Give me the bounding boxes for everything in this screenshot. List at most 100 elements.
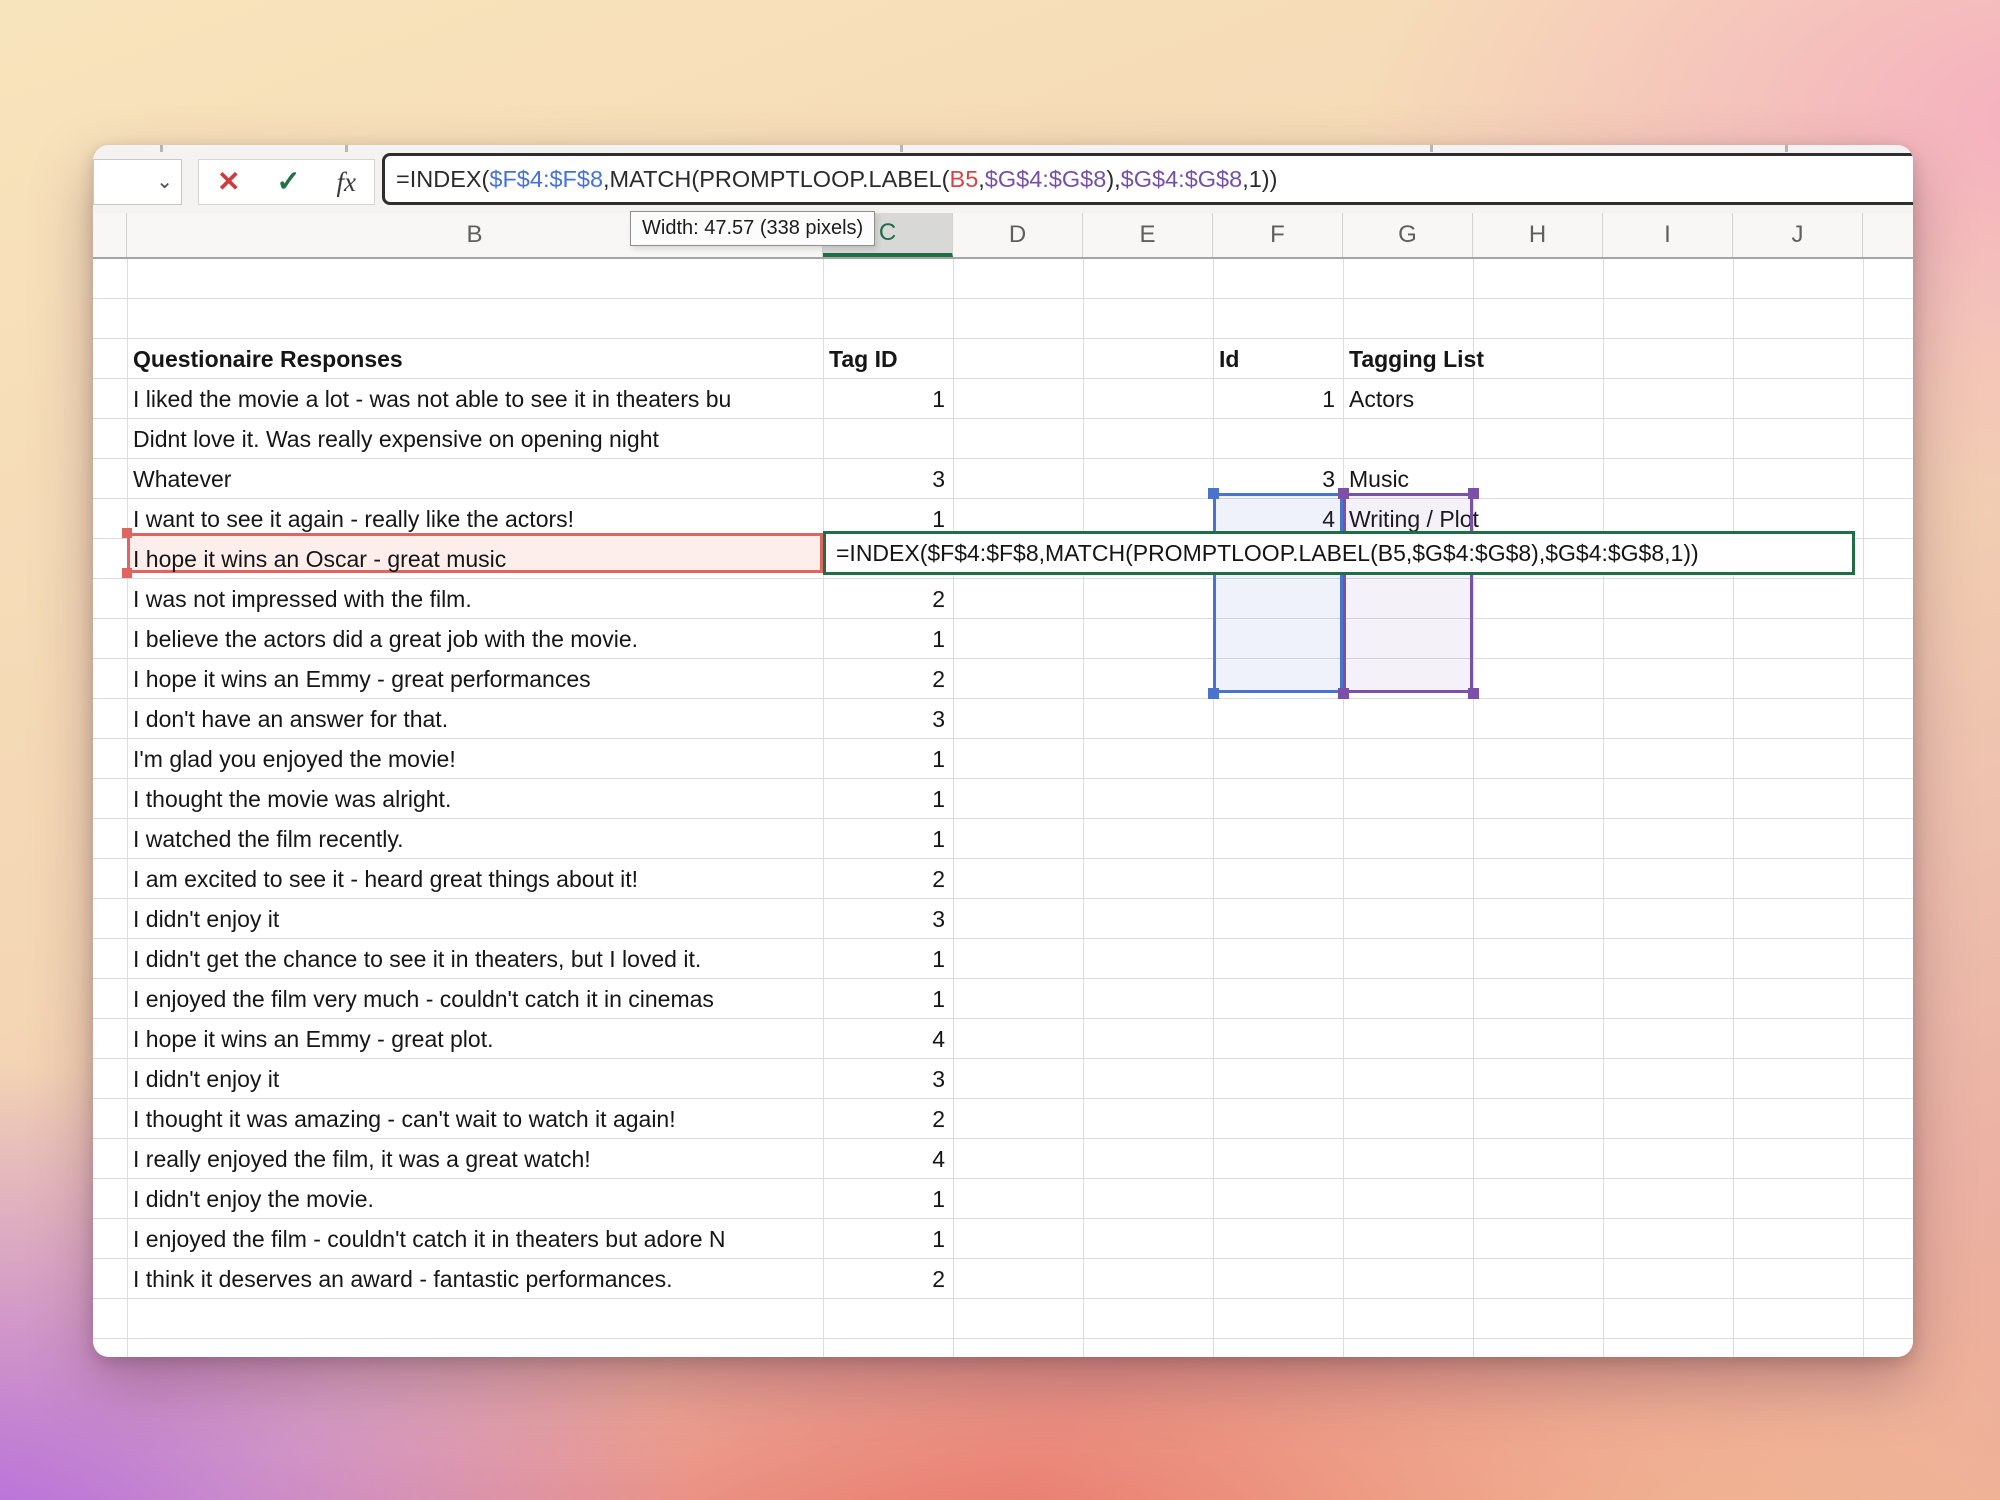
sheet-row: Didnt love it. Was really expensive on o… — [93, 419, 1913, 459]
response-cell[interactable]: I am excited to see it - heard great thi… — [133, 859, 821, 899]
range-handle[interactable] — [122, 568, 132, 578]
confirm-entry-button[interactable]: ✓ — [276, 168, 300, 197]
formula-segment: ), — [1106, 166, 1120, 192]
response-cell[interactable]: I believe the actors did a great job wit… — [133, 619, 821, 659]
id-cell[interactable]: 1 — [1213, 379, 1335, 419]
tag-id-cell[interactable]: 1 — [829, 939, 945, 979]
response-cell[interactable]: I don't have an answer for that. — [133, 699, 821, 739]
response-cell[interactable]: I was not impressed with the film. — [133, 579, 821, 619]
response-cell[interactable]: Whatever — [133, 459, 821, 499]
sheet-row: I hope it wins an Emmy - great plot.4 — [93, 1019, 1913, 1059]
response-cell[interactable]: I thought it was amazing - can't wait to… — [133, 1099, 821, 1139]
sheet-row: I am excited to see it - heard great thi… — [93, 859, 1913, 899]
column-header-I[interactable]: I — [1603, 213, 1733, 257]
range-handle[interactable] — [122, 528, 132, 538]
ribbon-clipped-mark — [900, 145, 903, 152]
tag-id-cell[interactable]: 1 — [829, 819, 945, 859]
range-handle[interactable] — [1338, 688, 1349, 699]
sheet-row: I hope it wins an Emmy - great performan… — [93, 659, 1913, 699]
column-width-tooltip: Width: 47.57 (338 pixels) — [630, 211, 875, 246]
column-header-J[interactable]: J — [1733, 213, 1863, 257]
range-f4-f8-selection — [1213, 493, 1343, 693]
response-cell[interactable]: I didn't enjoy it — [133, 1059, 821, 1099]
tag-id-cell[interactable]: 4 — [829, 1019, 945, 1059]
sheet-row: I was not impressed with the film.2 — [93, 579, 1913, 619]
column-header-K[interactable]: K — [1863, 213, 1913, 257]
tag-id-cell[interactable]: 3 — [829, 1059, 945, 1099]
range-g4-g8-selection — [1343, 493, 1473, 693]
tag-id-cell[interactable]: 2 — [829, 859, 945, 899]
name-box[interactable]: ⌄ — [93, 159, 182, 205]
response-cell[interactable]: I watched the film recently. — [133, 819, 821, 859]
range-handle[interactable] — [1468, 488, 1479, 499]
id-header[interactable]: Id — [1219, 339, 1239, 379]
sheet-row: I thought the movie was alright.1 — [93, 779, 1913, 819]
tag-id-cell[interactable]: 4 — [829, 1139, 945, 1179]
tag-label-cell[interactable]: Actors — [1349, 379, 1475, 419]
sheet-row: I enjoyed the film very much - couldn't … — [93, 979, 1913, 1019]
column-header-F[interactable]: F — [1213, 213, 1343, 257]
response-cell[interactable]: I didn't enjoy it — [133, 899, 821, 939]
formula-segment: =INDEX( — [396, 166, 489, 192]
column-header-H[interactable]: H — [1473, 213, 1603, 257]
ribbon-clipped-mark — [1785, 145, 1788, 152]
sheet-row: I think it deserves an award - fantastic… — [93, 1259, 1913, 1299]
range-handle[interactable] — [1208, 488, 1219, 499]
response-cell[interactable]: I didn't get the chance to see it in the… — [133, 939, 821, 979]
tag-id-cell[interactable]: 2 — [829, 1099, 945, 1139]
tag-id-cell[interactable]: 1 — [829, 1219, 945, 1259]
tag-id-cell[interactable]: 1 — [829, 779, 945, 819]
tag-id-cell[interactable]: 3 — [829, 459, 945, 499]
select-all-stub[interactable] — [93, 213, 127, 257]
response-cell[interactable]: I thought the movie was alright. — [133, 779, 821, 819]
insert-function-icon[interactable]: fx — [337, 169, 357, 196]
tag-list-row: 1 Actors — [1213, 379, 1475, 419]
response-cell[interactable]: I hope it wins an Emmy - great performan… — [133, 659, 821, 699]
tag-id-cell[interactable]: 1 — [829, 1179, 945, 1219]
response-cell[interactable]: I didn't enjoy the movie. — [133, 1179, 821, 1219]
column-header-D[interactable]: D — [953, 213, 1083, 257]
tag-id-cell[interactable]: 1 — [829, 379, 945, 419]
response-cell[interactable]: I enjoyed the film - couldn't catch it i… — [133, 1219, 821, 1259]
tag-id-cell[interactable]: 2 — [829, 659, 945, 699]
tag-label-cell[interactable] — [1349, 419, 1475, 459]
column-header-E[interactable]: E — [1083, 213, 1213, 257]
cancel-entry-button[interactable]: ✕ — [217, 168, 240, 196]
response-cell[interactable]: I think it deserves an award - fantastic… — [133, 1259, 821, 1299]
chevron-down-icon[interactable]: ⌄ — [156, 169, 173, 195]
tag-id-cell[interactable]: 3 — [829, 699, 945, 739]
response-cell[interactable]: I hope it wins an Oscar - great music — [133, 539, 821, 579]
response-cell[interactable]: I enjoyed the film very much - couldn't … — [133, 979, 821, 1019]
tag-id-header[interactable]: Tag ID — [829, 339, 898, 379]
tagging-list-header[interactable]: Tagging List — [1349, 339, 1484, 379]
sheet-row: I enjoyed the film - couldn't catch it i… — [93, 1219, 1913, 1259]
responses-header[interactable]: Questionaire Responses — [133, 339, 403, 379]
tag-id-cell[interactable]: 1 — [829, 619, 945, 659]
active-edit-cell-c5[interactable]: =INDEX($F$4:$F$8,MATCH(PROMPTLOOP.LABEL(… — [823, 531, 1855, 575]
tag-id-cell[interactable]: 2 — [829, 1259, 945, 1299]
sheet-grid: Questionaire Responses Tag ID Id Tagging… — [93, 259, 1913, 1357]
response-cell[interactable]: I hope it wins an Emmy - great plot. — [133, 1019, 821, 1059]
response-cell[interactable]: I liked the movie a lot - was not able t… — [133, 379, 821, 419]
ribbon-clipped-mark — [160, 145, 163, 152]
sheet-row: I didn't enjoy it3 — [93, 899, 1913, 939]
tag-id-cell[interactable]: 1 — [829, 979, 945, 1019]
response-cell[interactable]: I want to see it again - really like the… — [133, 499, 821, 539]
id-cell[interactable] — [1213, 419, 1335, 459]
tag-id-cell[interactable] — [829, 419, 945, 459]
formula-buttons-panel: ✕ ✓ fx — [198, 159, 375, 205]
response-cell[interactable]: I really enjoyed the film, it was a grea… — [133, 1139, 821, 1179]
response-cell[interactable]: I'm glad you enjoyed the movie! — [133, 739, 821, 779]
tag-id-cell[interactable]: 1 — [829, 739, 945, 779]
range-handle[interactable] — [1338, 488, 1349, 499]
tag-id-cell[interactable]: 2 — [829, 579, 945, 619]
formula-input[interactable]: =INDEX($F$4:$F$8,MATCH(PROMPTLOOP.LABEL(… — [382, 153, 1913, 205]
formula-segment: B5 — [950, 166, 979, 192]
response-cell[interactable]: Didnt love it. Was really expensive on o… — [133, 419, 821, 459]
range-handle[interactable] — [1208, 688, 1219, 699]
range-handle[interactable] — [1468, 688, 1479, 699]
sheet-row: I'm glad you enjoyed the movie!1 — [93, 739, 1913, 779]
formula-segment: $G$4:$G$8 — [1121, 166, 1243, 192]
tag-id-cell[interactable]: 3 — [829, 899, 945, 939]
column-header-G[interactable]: G — [1343, 213, 1473, 257]
